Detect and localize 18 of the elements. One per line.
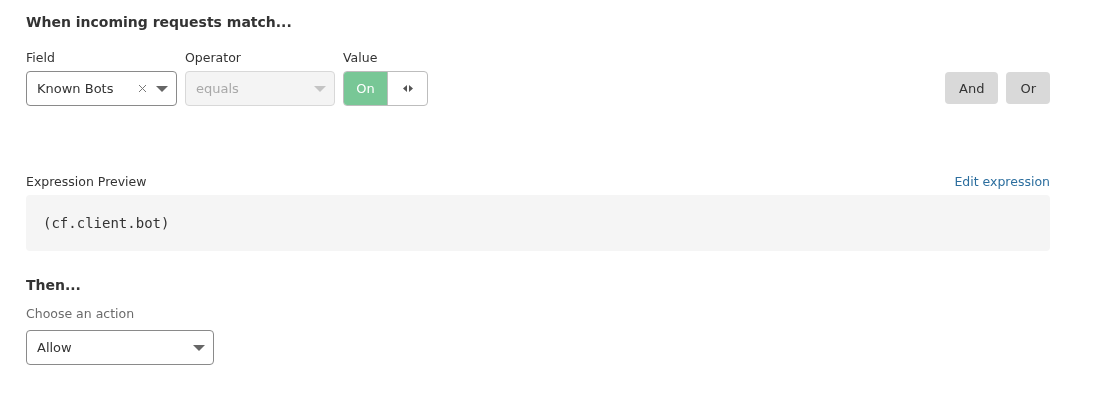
action-select[interactable]: Allow	[26, 330, 214, 365]
arrows-icon	[402, 85, 413, 92]
edit-expression-link[interactable]: Edit expression	[954, 174, 1050, 189]
caret-icon	[314, 85, 326, 92]
operator-label: Operator	[185, 50, 242, 65]
logic-button[interactable]: And	[945, 72, 999, 104]
value-label: Value	[343, 50, 379, 65]
field-select[interactable]: Known Bots	[26, 71, 177, 106]
caret-icon	[193, 344, 205, 351]
section-heading: When incoming requests match...	[26, 14, 293, 32]
clear-icon[interactable]	[139, 85, 146, 92]
caret-icon	[156, 85, 168, 92]
action-label: Choose an action	[26, 306, 136, 321]
section-heading: Then...	[26, 277, 82, 295]
preview-label: Expression Preview	[26, 174, 147, 189]
logic-button[interactable]: Or	[1006, 72, 1050, 104]
expression-preview: (cf.client.bot)	[26, 195, 1050, 251]
field-label: Field	[26, 50, 56, 65]
